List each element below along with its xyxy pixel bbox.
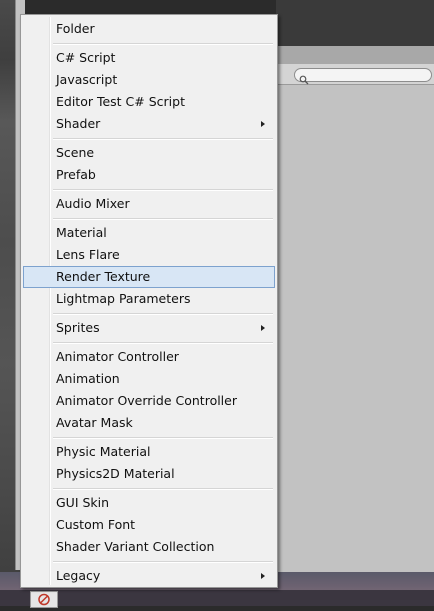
- menu-item-label: Shader Variant Collection: [56, 539, 215, 554]
- menu-item-label: Lightmap Parameters: [56, 291, 191, 306]
- menu-item-scene[interactable]: Scene: [23, 142, 275, 164]
- menu-item-label: Javascript: [56, 72, 118, 87]
- menu-item-label: Audio Mixer: [56, 196, 130, 211]
- menu-item-javascript[interactable]: Javascript: [23, 69, 275, 91]
- menu-item-render-texture[interactable]: Render Texture: [23, 266, 275, 288]
- menu-item-label: GUI Skin: [56, 495, 110, 510]
- menu-item-lens-flare[interactable]: Lens Flare: [23, 244, 275, 266]
- menu-separator: [23, 434, 275, 441]
- submenu-arrow-icon: [261, 573, 265, 579]
- menu-item-label: Animator Override Controller: [56, 393, 237, 408]
- menu-separator: [23, 40, 275, 47]
- menu-item-label: Animation: [56, 371, 120, 386]
- menu-item-legacy[interactable]: Legacy: [23, 565, 275, 587]
- menu-item-lightmap-parameters[interactable]: Lightmap Parameters: [23, 288, 275, 310]
- menu-item-physics2d-material[interactable]: Physics2D Material: [23, 463, 275, 485]
- search-icon: [299, 70, 309, 85]
- no-entry-icon: [30, 591, 58, 608]
- menu-item-label: Shader: [56, 116, 101, 131]
- menu-item-label: Physics2D Material: [56, 466, 175, 481]
- menu-item-label: Physic Material: [56, 444, 151, 459]
- menu-item-shader[interactable]: Shader: [23, 113, 275, 135]
- menu-separator: [23, 558, 275, 565]
- menu-list: Folder C# Script Javascript Editor Test C# …: [23, 18, 275, 587]
- menu-item-gui-skin[interactable]: GUI Skin: [23, 492, 275, 514]
- panel-top-area: [276, 0, 434, 46]
- menu-separator: [23, 485, 275, 492]
- menu-item-label: Animator Controller: [56, 349, 179, 364]
- panel-tab-bar: [276, 46, 434, 65]
- menu-item-label: Scene: [56, 145, 95, 160]
- search-input[interactable]: [294, 68, 432, 85]
- menu-item-label: Custom Font: [56, 517, 136, 532]
- menu-item-physic-material[interactable]: Physic Material: [23, 441, 275, 463]
- project-panel: [276, 0, 434, 606]
- menu-separator: [23, 135, 275, 142]
- menu-separator: [23, 215, 275, 222]
- status-bar: [0, 590, 434, 606]
- menu-item-c-script[interactable]: C# Script: [23, 47, 275, 69]
- menu-item-editor-test-c-script[interactable]: Editor Test C# Script: [23, 91, 275, 113]
- menu-item-material[interactable]: Material: [23, 222, 275, 244]
- menu-item-label: Material: [56, 225, 107, 240]
- menu-item-custom-font[interactable]: Custom Font: [23, 514, 275, 536]
- menu-item-label: Lens Flare: [56, 247, 120, 262]
- menu-item-label: Editor Test C# Script: [56, 94, 185, 109]
- menu-item-label: Prefab: [56, 167, 96, 182]
- menu-item-label: C# Script: [56, 50, 116, 65]
- menu-item-animator-override-controller[interactable]: Animator Override Controller: [23, 390, 275, 412]
- menu-item-label: Render Texture: [56, 269, 151, 284]
- menu-item-label: Folder: [56, 21, 95, 36]
- menu-item-prefab[interactable]: Prefab: [23, 164, 275, 186]
- menu-separator: [23, 186, 275, 193]
- menu-item-label: Avatar Mask: [56, 415, 133, 430]
- submenu-arrow-icon: [261, 325, 265, 331]
- menu-item-folder[interactable]: Folder: [23, 18, 275, 40]
- menu-separator: [23, 310, 275, 317]
- menu-item-animation[interactable]: Animation: [23, 368, 275, 390]
- create-context-menu: Folder C# Script Javascript Editor Test C# …: [20, 14, 278, 588]
- menu-item-sprites[interactable]: Sprites: [23, 317, 275, 339]
- submenu-arrow-icon: [261, 121, 265, 127]
- menu-item-audio-mixer[interactable]: Audio Mixer: [23, 193, 275, 215]
- menu-separator: [23, 339, 275, 346]
- menu-item-avatar-mask[interactable]: Avatar Mask: [23, 412, 275, 434]
- menu-item-label: Sprites: [56, 320, 100, 335]
- menu-item-label: Legacy: [56, 568, 101, 583]
- menu-item-shader-variant-collection[interactable]: Shader Variant Collection: [23, 536, 275, 558]
- menu-item-animator-controller[interactable]: Animator Controller: [23, 346, 275, 368]
